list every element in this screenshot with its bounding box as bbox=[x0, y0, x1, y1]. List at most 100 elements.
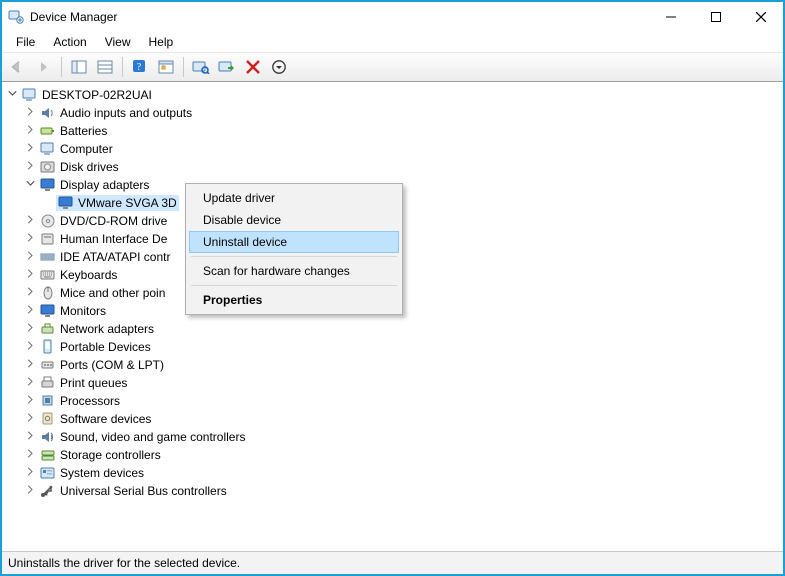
titlebar: Device Manager bbox=[2, 2, 783, 32]
expand-toggle-icon[interactable] bbox=[26, 251, 38, 263]
menu-help[interactable]: Help bbox=[141, 33, 182, 51]
expand-toggle-icon[interactable] bbox=[26, 413, 38, 425]
close-button[interactable] bbox=[738, 2, 783, 32]
forward-button[interactable] bbox=[32, 55, 56, 79]
maximize-button[interactable] bbox=[693, 2, 738, 32]
expand-toggle-icon[interactable] bbox=[26, 269, 38, 281]
statusbar: Uninstalls the driver for the selected d… bbox=[2, 551, 783, 574]
tree-category-node[interactable]: Universal Serial Bus controllers bbox=[8, 482, 779, 500]
expand-toggle-icon[interactable] bbox=[26, 323, 38, 335]
expand-toggle-icon[interactable] bbox=[26, 161, 38, 173]
menubar: File Action View Help bbox=[2, 32, 783, 52]
tree-category-node[interactable]: Storage controllers bbox=[8, 446, 779, 464]
expand-toggle-icon[interactable] bbox=[26, 467, 38, 479]
expand-toggle-icon[interactable] bbox=[26, 305, 38, 317]
tree-category-node[interactable]: Computer bbox=[8, 140, 779, 158]
tree-category-label: Keyboards bbox=[60, 268, 117, 282]
expand-toggle-icon[interactable] bbox=[26, 359, 38, 371]
expand-toggle-icon[interactable] bbox=[26, 341, 38, 353]
tree-category-node[interactable]: Ports (COM & LPT) bbox=[8, 356, 779, 374]
disk-icon bbox=[40, 159, 56, 175]
tree-category-label: Mice and other poin bbox=[60, 286, 165, 300]
context-menu-item[interactable]: Uninstall device bbox=[189, 231, 399, 253]
expand-toggle-icon[interactable] bbox=[26, 431, 38, 443]
more-actions-button[interactable] bbox=[267, 55, 291, 79]
menu-action[interactable]: Action bbox=[45, 33, 94, 51]
tree-category-label: Computer bbox=[60, 142, 113, 156]
display-icon bbox=[58, 195, 74, 211]
expand-toggle-icon[interactable] bbox=[26, 125, 38, 137]
help-button[interactable]: ? bbox=[128, 55, 152, 79]
tree-root-node[interactable]: DESKTOP-02R2UAI bbox=[8, 86, 779, 104]
tree-category-node[interactable]: Disk drives bbox=[8, 158, 779, 176]
storage-icon bbox=[40, 447, 56, 463]
device-manager-window: Device Manager File Action View Help ? bbox=[0, 0, 785, 576]
tree-category-node[interactable]: Network adapters bbox=[8, 320, 779, 338]
show-console-tree-button[interactable] bbox=[67, 55, 91, 79]
tree-category-node[interactable]: Audio inputs and outputs bbox=[8, 104, 779, 122]
sound-icon bbox=[40, 429, 56, 445]
menu-view[interactable]: View bbox=[97, 33, 139, 51]
expand-toggle-icon[interactable] bbox=[26, 215, 38, 227]
context-menu-item[interactable]: Properties bbox=[189, 289, 399, 311]
window-controls bbox=[648, 2, 783, 32]
tree-category-label: Print queues bbox=[60, 376, 127, 390]
tree-category-node[interactable]: Sound, video and game controllers bbox=[8, 428, 779, 446]
monitor-icon bbox=[40, 303, 56, 319]
properties-pane-button[interactable] bbox=[93, 55, 117, 79]
context-menu: Update driverDisable deviceUninstall dev… bbox=[185, 183, 403, 315]
hid-icon bbox=[40, 231, 56, 247]
svg-text:?: ? bbox=[137, 62, 142, 73]
expand-toggle-icon[interactable] bbox=[26, 179, 38, 191]
scan-hardware-button[interactable] bbox=[189, 55, 213, 79]
tree-category-label: Universal Serial Bus controllers bbox=[60, 484, 227, 498]
statusbar-text: Uninstalls the driver for the selected d… bbox=[8, 556, 240, 570]
toolbar: ? bbox=[2, 52, 783, 82]
tree-category-label: Network adapters bbox=[60, 322, 154, 336]
device-tree[interactable]: DESKTOP-02R2UAI Audio inputs and outputs… bbox=[2, 82, 783, 551]
expand-toggle-icon[interactable] bbox=[26, 449, 38, 461]
audio-icon bbox=[40, 105, 56, 121]
tree-category-label: Monitors bbox=[60, 304, 106, 318]
context-menu-item[interactable]: Disable device bbox=[189, 209, 399, 231]
update-driver-button[interactable] bbox=[215, 55, 239, 79]
minimize-button[interactable] bbox=[648, 2, 693, 32]
system-icon bbox=[40, 465, 56, 481]
tree-category-label: Display adapters bbox=[60, 178, 149, 192]
computer-icon bbox=[40, 141, 56, 157]
battery-icon bbox=[40, 123, 56, 139]
expand-toggle-icon[interactable] bbox=[26, 233, 38, 245]
tree-category-node[interactable]: Processors bbox=[8, 392, 779, 410]
usb-icon bbox=[40, 483, 56, 499]
tree-category-node[interactable]: Print queues bbox=[8, 374, 779, 392]
context-menu-item[interactable]: Scan for hardware changes bbox=[189, 260, 399, 282]
tree-category-node[interactable]: Software devices bbox=[8, 410, 779, 428]
display-icon bbox=[40, 177, 56, 193]
expand-toggle-icon[interactable] bbox=[8, 89, 20, 101]
tree-category-node[interactable]: Batteries bbox=[8, 122, 779, 140]
toolbar-separator bbox=[183, 57, 184, 77]
tree-category-node[interactable]: System devices bbox=[8, 464, 779, 482]
context-menu-item[interactable]: Update driver bbox=[189, 187, 399, 209]
tree-category-label: System devices bbox=[60, 466, 144, 480]
tree-category-label: Storage controllers bbox=[60, 448, 161, 462]
expand-toggle-icon[interactable] bbox=[26, 485, 38, 497]
tree-category-label: Software devices bbox=[60, 412, 151, 426]
tree-category-label: Audio inputs and outputs bbox=[60, 106, 192, 120]
expand-toggle-icon[interactable] bbox=[26, 287, 38, 299]
menu-file[interactable]: File bbox=[8, 33, 43, 51]
tree-category-label: Processors bbox=[60, 394, 120, 408]
console-tree-button[interactable] bbox=[154, 55, 178, 79]
tree-category-label: IDE ATA/ATAPI contr bbox=[60, 250, 170, 264]
tree-category-node[interactable]: Portable Devices bbox=[8, 338, 779, 356]
uninstall-button[interactable] bbox=[241, 55, 265, 79]
portable-icon bbox=[40, 339, 56, 355]
expand-toggle-icon[interactable] bbox=[26, 143, 38, 155]
expand-toggle-icon[interactable] bbox=[26, 377, 38, 389]
toolbar-separator bbox=[122, 57, 123, 77]
back-button[interactable] bbox=[6, 55, 30, 79]
expand-toggle-icon[interactable] bbox=[26, 395, 38, 407]
window-title: Device Manager bbox=[30, 10, 117, 24]
tree-category-label: DVD/CD-ROM drive bbox=[60, 214, 167, 228]
expand-toggle-icon[interactable] bbox=[26, 107, 38, 119]
